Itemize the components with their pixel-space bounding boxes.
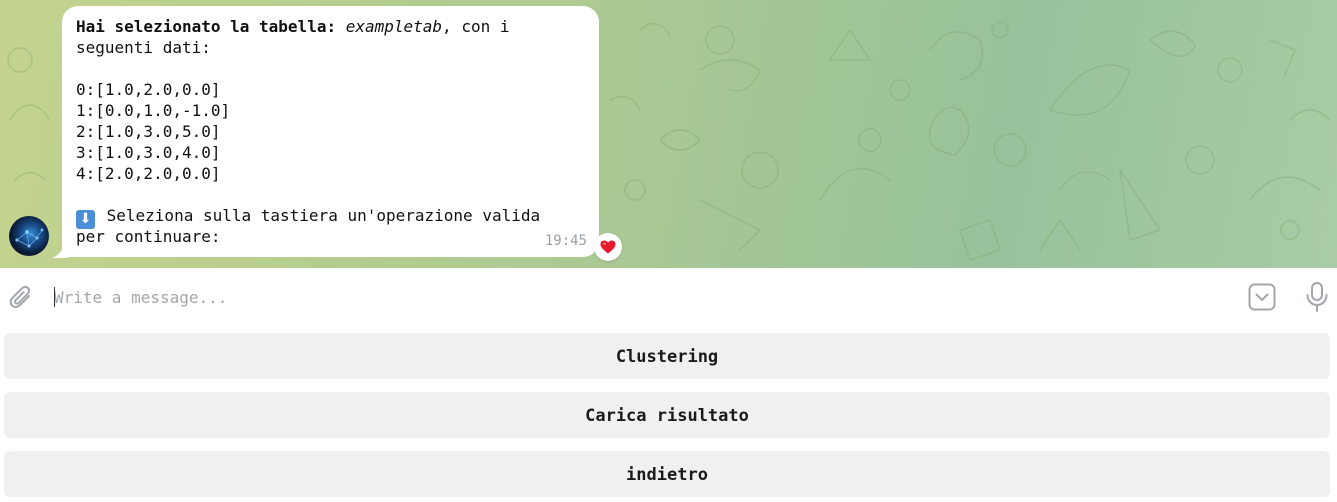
message-line-2: seguenti dati:: [76, 38, 211, 57]
data-row: 0:[1.0,2.0,0.0]: [76, 80, 221, 99]
text-caret: [54, 287, 55, 307]
telegram-chat-window: Hai selezionato la tabella: exampletab, …: [0, 0, 1337, 502]
reaction-badge[interactable]: [594, 233, 622, 261]
table-name: exampletab: [345, 17, 443, 36]
message-bubble[interactable]: Hai selezionato la tabella: exampletab, …: [62, 6, 599, 257]
heart-icon: [600, 240, 616, 254]
bot-avatar[interactable]: [9, 216, 49, 256]
microphone-icon[interactable]: [1304, 281, 1330, 313]
message-line-1: Hai selezionato la tabella: exampletab, …: [76, 16, 585, 37]
message-bold-prefix: Hai selezionato la tabella:: [76, 17, 346, 36]
message-timestamp: 19:45: [544, 233, 587, 249]
paperclip-icon[interactable]: [9, 284, 35, 312]
avatar-network-icon: [15, 228, 44, 248]
keyboard-button-carica-risultato[interactable]: Carica risultato: [4, 392, 1330, 438]
chat-history[interactable]: Hai selezionato la tabella: exampletab, …: [0, 0, 1337, 268]
data-row: 3:[1.0,3.0,4.0]: [76, 143, 221, 162]
keyboard-button-indietro[interactable]: indietro: [4, 451, 1330, 497]
data-row: 2:[1.0,3.0,5.0]: [76, 122, 221, 141]
instruction-text: Seleziona sulla tastiera un'operazione v…: [97, 206, 541, 225]
message-suffix: , con i: [442, 17, 510, 36]
keyboard-toggle-icon[interactable]: [1248, 283, 1276, 311]
instruction-line-2: per continuare:: [76, 227, 221, 246]
message-input[interactable]: [54, 286, 1224, 308]
data-row: 1:[0.0,1.0,-1.0]: [76, 101, 231, 120]
instruction-line-1: ⬇ Seleziona sulla tastiera un'operazione…: [76, 205, 585, 229]
keyboard-button-clustering[interactable]: Clustering: [4, 333, 1330, 379]
data-row: 4:[2.0,2.0,0.0]: [76, 164, 221, 183]
